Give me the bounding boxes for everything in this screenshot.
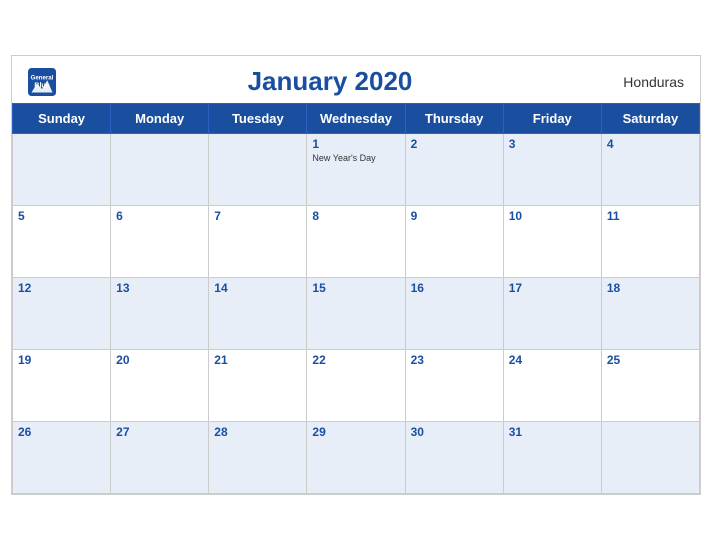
day-cell: 27 (111, 422, 209, 494)
col-thursday: Thursday (405, 104, 503, 134)
day-cell: 4 (601, 134, 699, 206)
week-row-2: 56789 10 11 (13, 206, 700, 278)
day-cell: 8 (307, 206, 405, 278)
day-cell: 7 (209, 206, 307, 278)
days-header-row: Sunday Monday Tuesday Wednesday Thursday… (13, 104, 700, 134)
day-cell: 10 (503, 206, 601, 278)
col-sunday: Sunday (13, 104, 111, 134)
day-number: 26 (18, 425, 105, 439)
day-cell: 3 (503, 134, 601, 206)
day-cell: 19 (13, 350, 111, 422)
day-number: 10 (509, 209, 596, 223)
day-cell (601, 422, 699, 494)
day-number: 11 (607, 209, 694, 223)
country-label: Honduras (604, 74, 684, 90)
day-number: 5 (18, 209, 105, 223)
day-number: 29 (312, 425, 399, 439)
day-number: 25 (607, 353, 694, 367)
week-row-5: 26 27 28 29 30 31 (13, 422, 700, 494)
day-number: 4 (607, 137, 694, 151)
day-number: 16 (411, 281, 498, 295)
day-cell: 24 (503, 350, 601, 422)
day-cell: 16 (405, 278, 503, 350)
holiday-label: New Year's Day (312, 153, 399, 163)
day-number: 1 (312, 137, 399, 151)
day-number: 17 (509, 281, 596, 295)
day-cell: 5 (13, 206, 111, 278)
day-number: 19 (18, 353, 105, 367)
col-wednesday: Wednesday (307, 104, 405, 134)
day-cell: 1 New Year's Day (307, 134, 405, 206)
day-number: 8 (312, 209, 399, 223)
col-monday: Monday (111, 104, 209, 134)
day-number: 12 (18, 281, 105, 295)
col-tuesday: Tuesday (209, 104, 307, 134)
month-title: January 2020 (56, 66, 604, 97)
day-number: 3 (509, 137, 596, 151)
day-cell: 25 (601, 350, 699, 422)
col-saturday: Saturday (601, 104, 699, 134)
day-cell: 13 (111, 278, 209, 350)
day-cell: 11 (601, 206, 699, 278)
week-row-1: 1 New Year's Day 234 (13, 134, 700, 206)
day-cell (111, 134, 209, 206)
day-number: 31 (509, 425, 596, 439)
day-cell: 28 (209, 422, 307, 494)
day-number: 6 (116, 209, 203, 223)
day-cell: 26 (13, 422, 111, 494)
day-cell: 31 (503, 422, 601, 494)
day-number: 23 (411, 353, 498, 367)
day-cell: 14 (209, 278, 307, 350)
week-row-4: 19 20 21 22 23 24 25 (13, 350, 700, 422)
calendar-header: General Blue January 2020 Honduras (12, 56, 700, 103)
day-number: 14 (214, 281, 301, 295)
day-cell: 30 (405, 422, 503, 494)
week-row-3: 12 13 14 15 16 17 18 (13, 278, 700, 350)
logo: General Blue (28, 68, 56, 96)
day-number: 21 (214, 353, 301, 367)
day-number: 18 (607, 281, 694, 295)
day-cell: 9 (405, 206, 503, 278)
day-cell: 20 (111, 350, 209, 422)
day-number: 22 (312, 353, 399, 367)
day-number: 15 (312, 281, 399, 295)
calendar: General Blue January 2020 Honduras Sunda… (11, 55, 701, 495)
day-number: 30 (411, 425, 498, 439)
logo-icon: General Blue (28, 68, 56, 96)
day-cell: 12 (13, 278, 111, 350)
day-cell: 2 (405, 134, 503, 206)
day-cell: 17 (503, 278, 601, 350)
day-number: 20 (116, 353, 203, 367)
day-cell: 15 (307, 278, 405, 350)
day-cell (209, 134, 307, 206)
day-number: 28 (214, 425, 301, 439)
day-number: 13 (116, 281, 203, 295)
col-friday: Friday (503, 104, 601, 134)
day-cell: 29 (307, 422, 405, 494)
day-number: 9 (411, 209, 498, 223)
day-cell: 6 (111, 206, 209, 278)
day-number: 27 (116, 425, 203, 439)
day-cell (13, 134, 111, 206)
day-number: 2 (411, 137, 498, 151)
day-cell: 18 (601, 278, 699, 350)
calendar-table: Sunday Monday Tuesday Wednesday Thursday… (12, 103, 700, 494)
day-number: 24 (509, 353, 596, 367)
svg-text:General: General (31, 74, 54, 81)
day-cell: 22 (307, 350, 405, 422)
day-cell: 21 (209, 350, 307, 422)
day-cell: 23 (405, 350, 503, 422)
day-number: 7 (214, 209, 301, 223)
